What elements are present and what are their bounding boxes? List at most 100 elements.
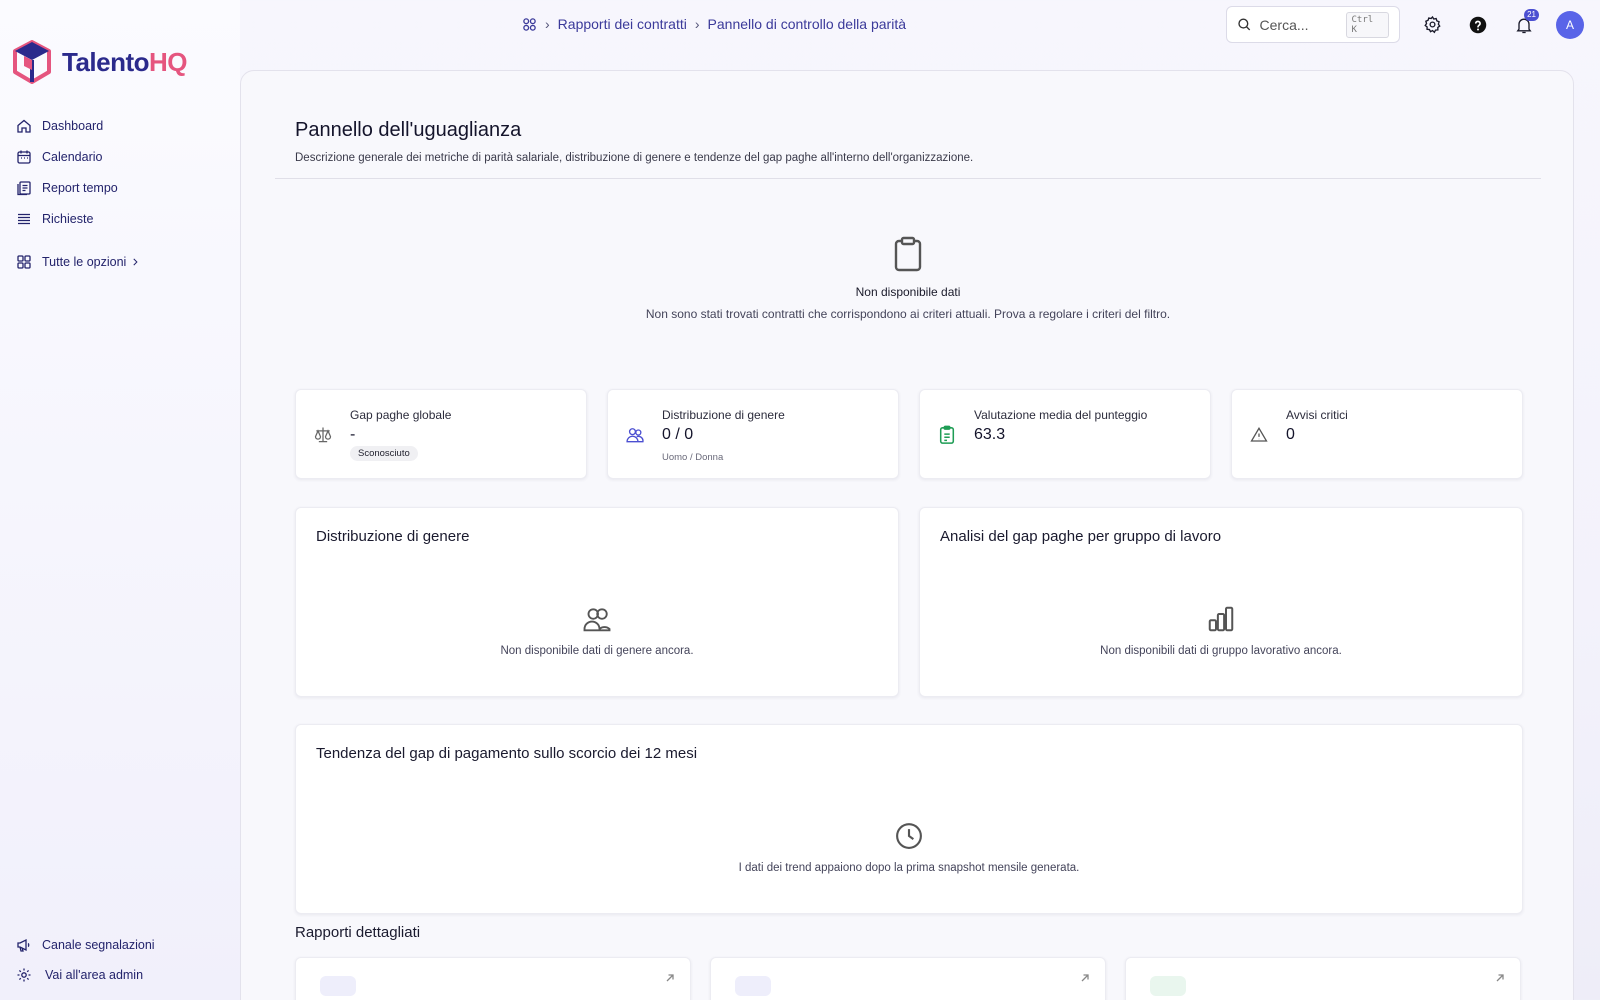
stat-card-avg-score: Valutazione media del punteggio 63.3 bbox=[919, 389, 1211, 479]
sidebar-item-label: Calendario bbox=[42, 149, 103, 164]
sidebar-item-admin[interactable]: Vai all'area admin bbox=[16, 960, 226, 990]
stat-value: 0 / 0 bbox=[662, 426, 694, 443]
status-badge: Sconosciuto bbox=[350, 446, 418, 461]
empty-state-message: Non sono stati trovati contratti che cor… bbox=[645, 307, 1171, 321]
users-icon bbox=[583, 608, 611, 632]
panel-title: Analisi del gap paghe per gruppo di lavo… bbox=[940, 528, 1222, 545]
notification-badge: 21 bbox=[1524, 8, 1539, 21]
sidebar-item-label: Richieste bbox=[42, 211, 94, 226]
help-button[interactable] bbox=[1464, 11, 1492, 39]
sidebar-item-reports-channel[interactable]: Canale segnalazioni bbox=[16, 930, 226, 960]
calendar-icon bbox=[17, 150, 31, 164]
search-box[interactable]: Ctrl K bbox=[1226, 6, 1400, 43]
stat-card-gender-distribution: Distribuzione di genere 0 / 0 Uomo / Don… bbox=[607, 389, 899, 479]
empty-state: Non disponibile dati Non sono stati trov… bbox=[275, 236, 1541, 321]
list-icon bbox=[18, 213, 30, 224]
stat-card-pay-gap: Gap paghe globale - Sconosciuto bbox=[295, 389, 587, 479]
gear-icon bbox=[17, 968, 31, 982]
stat-label: Avvisi critici bbox=[1286, 408, 1348, 422]
stat-value: - bbox=[350, 426, 356, 443]
topbar-actions: Ctrl K 21 A bbox=[1226, 6, 1584, 43]
report-card[interactable] bbox=[1125, 957, 1521, 1000]
sidebar-item-report-tempo[interactable]: Report tempo bbox=[16, 172, 226, 203]
sidebar-item-label: Tutte le opzioni bbox=[42, 254, 127, 269]
scale-icon bbox=[312, 424, 334, 446]
chevron-right-icon bbox=[133, 258, 138, 265]
sidebar-item-all-options[interactable]: Tutte le opzioni bbox=[16, 246, 226, 277]
stat-label: Distribuzione di genere bbox=[662, 408, 785, 422]
search-icon bbox=[1238, 18, 1251, 31]
stat-label: Valutazione media del punteggio bbox=[974, 408, 1148, 422]
clock-icon bbox=[896, 823, 922, 849]
clipboard-icon bbox=[894, 236, 922, 272]
stat-sub: Uomo / Donna bbox=[662, 452, 724, 463]
user-avatar[interactable]: A bbox=[1556, 10, 1584, 39]
sidebar-item-richieste[interactable]: Richieste bbox=[16, 203, 226, 234]
panel-empty-text: Non disponibili dati di gruppo lavorativ… bbox=[1100, 645, 1342, 657]
report-card-icon bbox=[1150, 976, 1186, 996]
external-link-icon bbox=[1081, 974, 1089, 982]
sidebar-nav: Dashboard Calendario Report tempo Richie… bbox=[16, 110, 226, 277]
detailed-reports-title: Rapporti dettagliati bbox=[295, 924, 421, 941]
page-title: Pannello dell'uguaglianza bbox=[295, 119, 522, 141]
empty-state-title: Non disponibile dati bbox=[855, 285, 961, 299]
warning-icon bbox=[1248, 424, 1270, 446]
breadcrumb-separator: › bbox=[694, 16, 700, 32]
sidebar-item-label: Dashboard bbox=[42, 118, 104, 133]
search-input[interactable] bbox=[1259, 16, 1338, 33]
app-logo[interactable]: TalentoHQ bbox=[12, 40, 188, 84]
stat-label: Gap paghe globale bbox=[350, 408, 452, 422]
notifications-button[interactable]: 21 bbox=[1510, 8, 1539, 39]
sidebar-bottom: Canale segnalazioni Vai all'area admin bbox=[16, 930, 226, 990]
users-icon bbox=[624, 424, 646, 446]
breadcrumb-separator: › bbox=[545, 16, 550, 32]
bar-chart-icon bbox=[1208, 606, 1234, 632]
report-card[interactable] bbox=[710, 957, 1106, 1000]
header-divider bbox=[275, 178, 1541, 179]
megaphone-icon bbox=[17, 938, 30, 952]
panel-empty-text: Non disponibile dati di genere ancora. bbox=[500, 645, 694, 657]
breadcrumb-item-current[interactable]: Pannello di controllo della parità bbox=[708, 16, 906, 32]
panel-title: Distribuzione di genere bbox=[316, 528, 470, 545]
breadcrumb-item-contracts[interactable]: Rapporti dei contratti bbox=[558, 16, 687, 32]
help-icon bbox=[1469, 16, 1487, 33]
panel-empty-state: Non disponibile dati di genere ancora. bbox=[296, 604, 898, 657]
logo-cube-icon bbox=[13, 40, 51, 84]
grid-icon bbox=[17, 254, 31, 269]
sidebar-item-dashboard[interactable]: Dashboard bbox=[16, 110, 226, 141]
panel-title: Tendenza del gap di pagamento sullo scor… bbox=[316, 745, 698, 762]
panel-empty-text: I dati dei trend appaiono dopo la prima … bbox=[738, 862, 1080, 874]
sidebar-item-label: Vai all'area admin bbox=[45, 968, 144, 982]
gear-icon bbox=[1423, 15, 1441, 34]
external-link-icon bbox=[1496, 974, 1504, 982]
external-link-icon bbox=[666, 974, 674, 982]
gender-distribution-panel: Distribuzione di genere Non disponibile … bbox=[295, 507, 899, 697]
page-description: Descrizione generale dei metriche di par… bbox=[295, 152, 974, 164]
stat-value: 0 bbox=[1286, 426, 1295, 443]
report-card[interactable] bbox=[295, 957, 691, 1000]
brand-name: TalentoHQ bbox=[62, 46, 188, 78]
stat-card-critical-alerts: Avvisi critici 0 bbox=[1231, 389, 1523, 479]
sidebar-item-calendario[interactable]: Calendario bbox=[16, 141, 226, 172]
main-content: Pannello dell'uguaglianza Descrizione ge… bbox=[240, 70, 1574, 1000]
sidebar-item-label: Report tempo bbox=[42, 180, 118, 195]
clipboard-check-icon bbox=[936, 424, 958, 446]
stat-value: 63.3 bbox=[974, 426, 1006, 443]
sidebar-item-label: Canale segnalazioni bbox=[42, 938, 155, 952]
report-card-icon bbox=[320, 976, 356, 996]
apps-grid-icon[interactable] bbox=[522, 17, 537, 32]
breadcrumb: › Rapporti dei contratti › Pannello di c… bbox=[522, 14, 906, 34]
trend-panel: Tendenza del gap di pagamento sullo scor… bbox=[295, 724, 1523, 914]
panel-empty-state: I dati dei trend appaiono dopo la prima … bbox=[296, 821, 1522, 874]
brand-part2: HQ bbox=[149, 46, 188, 77]
panel-empty-state: Non disponibili dati di gruppo lavorativ… bbox=[920, 604, 1522, 657]
page-header: Pannello dell'uguaglianza Descrizione ge… bbox=[295, 119, 973, 164]
sidebar: TalentoHQ Dashboard Calendario Report te… bbox=[0, 0, 240, 1000]
settings-button[interactable] bbox=[1418, 11, 1446, 39]
report-icon bbox=[17, 180, 31, 195]
home-icon bbox=[17, 119, 31, 133]
search-shortcut: Ctrl K bbox=[1345, 11, 1389, 38]
workgroup-gap-panel: Analisi del gap paghe per gruppo di lavo… bbox=[919, 507, 1523, 697]
brand-part1: Talento bbox=[62, 46, 150, 77]
report-card-icon bbox=[735, 976, 771, 996]
